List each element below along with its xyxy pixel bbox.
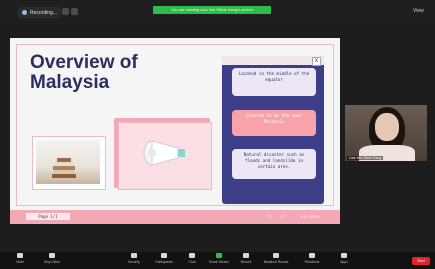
breakout-icon bbox=[273, 253, 279, 258]
record-button[interactable]: Record bbox=[232, 253, 260, 264]
mute-button[interactable]: Mute bbox=[6, 253, 34, 264]
shield-icon bbox=[131, 253, 137, 258]
chat-button[interactable]: Chat bbox=[178, 253, 206, 264]
microphone-icon bbox=[17, 253, 23, 258]
fact-bubble-granted: Granted to be the same Malaysia bbox=[232, 110, 316, 136]
shared-slide: Overview of Malaysia x Located in the mi… bbox=[10, 38, 340, 224]
participants-icon bbox=[161, 253, 167, 258]
apps-icon bbox=[341, 253, 347, 258]
participant-name-label: Lisa Yee Shine Kang bbox=[347, 156, 384, 160]
info-icon[interactable] bbox=[71, 8, 78, 15]
info-panel-titlebar bbox=[222, 56, 324, 65]
participants-button[interactable]: Participants bbox=[150, 253, 178, 264]
status-dot-icon bbox=[22, 10, 27, 15]
zoom-indicator[interactable]: 1:1 / 100% bbox=[300, 214, 319, 220]
viewing-banner[interactable]: You are viewing Lisa Yee Shine Kang's sc… bbox=[153, 6, 271, 14]
slide-title: Overview of Malaysia bbox=[30, 52, 138, 93]
end-meeting-button[interactable]: End bbox=[412, 257, 430, 265]
prev-slide-button[interactable]: < bbox=[268, 214, 271, 220]
page-indicator: Page 1/1 bbox=[26, 213, 70, 220]
chat-icon bbox=[189, 253, 195, 258]
fact-bubble-location: Located in the middle of the equator bbox=[232, 68, 316, 96]
reactions-button[interactable]: Reactions bbox=[298, 253, 326, 264]
reactions-icon bbox=[309, 253, 315, 258]
camera-icon bbox=[49, 253, 55, 258]
record-icon bbox=[243, 253, 249, 258]
share-screen-icon bbox=[216, 253, 222, 258]
share-screen-button[interactable]: Share Screen bbox=[205, 253, 233, 264]
security-button[interactable]: Security bbox=[120, 253, 148, 264]
breakout-rooms-button[interactable]: Breakout Rooms bbox=[262, 253, 290, 264]
next-slide-button[interactable]: > bbox=[281, 214, 284, 220]
recording-pill[interactable]: Recording... bbox=[18, 7, 61, 18]
close-icon[interactable]: x bbox=[312, 57, 321, 66]
apps-button[interactable]: Apps bbox=[330, 253, 358, 264]
view-menu-button[interactable]: View bbox=[413, 8, 424, 14]
megaphone-icon bbox=[143, 140, 185, 166]
recording-label: Recording... bbox=[30, 9, 57, 16]
books-icon bbox=[52, 158, 76, 178]
fact-bubble-disaster: Natural disaster such as floods and land… bbox=[232, 149, 316, 179]
security-shield-icon[interactable] bbox=[62, 8, 69, 15]
participant-face bbox=[375, 113, 399, 141]
participant-video[interactable]: Lisa Yee Shine Kang bbox=[345, 105, 427, 161]
stop-video-button[interactable]: Stop Video bbox=[38, 253, 66, 264]
